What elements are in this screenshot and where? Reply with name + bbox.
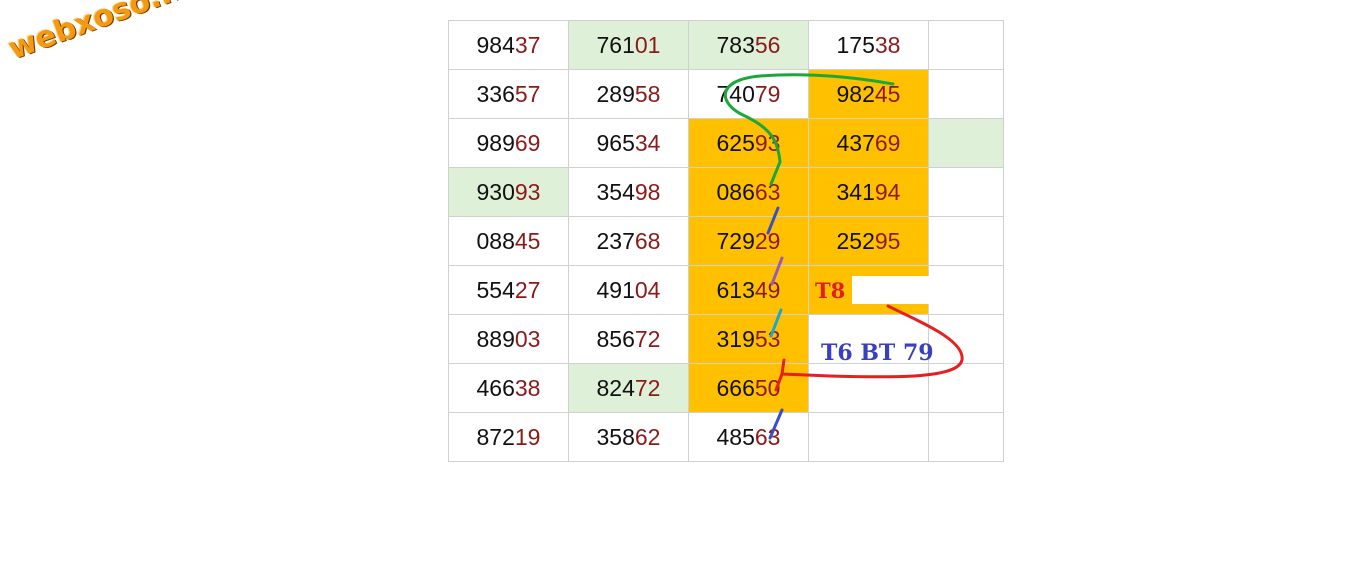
green-stroke	[724, 73, 895, 186]
purple-dash	[770, 256, 784, 286]
blue-dash-2	[768, 408, 784, 440]
annotation-overlay	[724, 73, 964, 440]
red-loop	[774, 304, 964, 392]
blue-dash-1	[766, 206, 780, 235]
cyan-dash	[769, 308, 783, 338]
